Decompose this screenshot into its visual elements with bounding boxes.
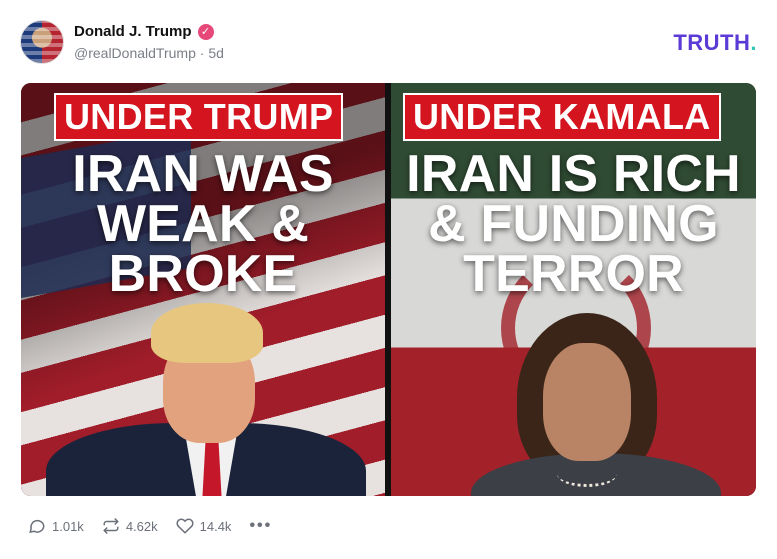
right-tag: UNDER KAMALA: [403, 93, 721, 141]
author-display-name[interactable]: Donald J. Trump: [74, 23, 192, 40]
kamala-portrait: [471, 303, 721, 496]
post-actions: 1.01k 4.62k 14.4k •••: [28, 517, 272, 535]
media-panel-left: UNDER TRUMP IRAN WAS WEAK & BROKE: [21, 83, 385, 496]
truth-logo-dot: .: [750, 30, 757, 55]
truth-logo[interactable]: TRUTH.: [673, 30, 757, 56]
post-header: Donald J. Trump ✓ @realDonaldTrump · 5d …: [20, 20, 757, 66]
meta-separator: ·: [199, 45, 205, 61]
reply-count: 1.01k: [52, 518, 84, 534]
author-handle[interactable]: @realDonaldTrump: [74, 45, 196, 61]
trump-hair: [151, 303, 263, 363]
like-button[interactable]: 14.4k: [176, 517, 232, 535]
right-headline-line-1: IRAN IS RICH: [406, 145, 741, 203]
more-icon: •••: [249, 517, 273, 534]
retruth-count: 4.62k: [125, 518, 158, 534]
retruth-icon: [103, 517, 119, 535]
post-age[interactable]: 5d: [208, 45, 224, 61]
like-count: 14.4k: [199, 518, 232, 534]
reply-button[interactable]: 1.01k: [28, 517, 84, 535]
author-meta: @realDonaldTrump · 5d: [74, 45, 224, 61]
trump-portrait: [46, 303, 366, 496]
reply-icon: [29, 519, 45, 533]
author-name-row: Donald J. Trump ✓: [74, 23, 214, 40]
right-headline-line-3: TERROR: [463, 245, 684, 303]
retruth-button[interactable]: 4.62k: [102, 517, 158, 535]
right-headline: IRAN IS RICH & FUNDING TERROR: [391, 145, 756, 303]
left-headline: IRAN WAS WEAK & BROKE: [21, 145, 385, 303]
kamala-necklace: [557, 461, 617, 487]
kamala-face: [543, 343, 631, 461]
avatar[interactable]: [20, 20, 64, 64]
left-tag: UNDER TRUMP: [54, 93, 344, 141]
right-headline-line-2: & FUNDING: [428, 195, 719, 253]
left-headline-line-2: WEAK &: [96, 195, 310, 253]
post-media[interactable]: UNDER TRUMP IRAN WAS WEAK & BROKE UNDER …: [21, 83, 756, 496]
truth-logo-text: TRUTH: [673, 30, 751, 55]
left-headline-line-1: IRAN WAS: [72, 145, 334, 203]
avatar-flag-overlay: [21, 21, 63, 63]
verified-badge-icon: ✓: [197, 23, 214, 40]
heart-icon: [176, 518, 194, 534]
more-button[interactable]: •••: [249, 517, 272, 535]
left-headline-line-3: BROKE: [108, 245, 298, 303]
media-panel-right: UNDER KAMALA IRAN IS RICH & FUNDING TERR…: [391, 83, 756, 496]
